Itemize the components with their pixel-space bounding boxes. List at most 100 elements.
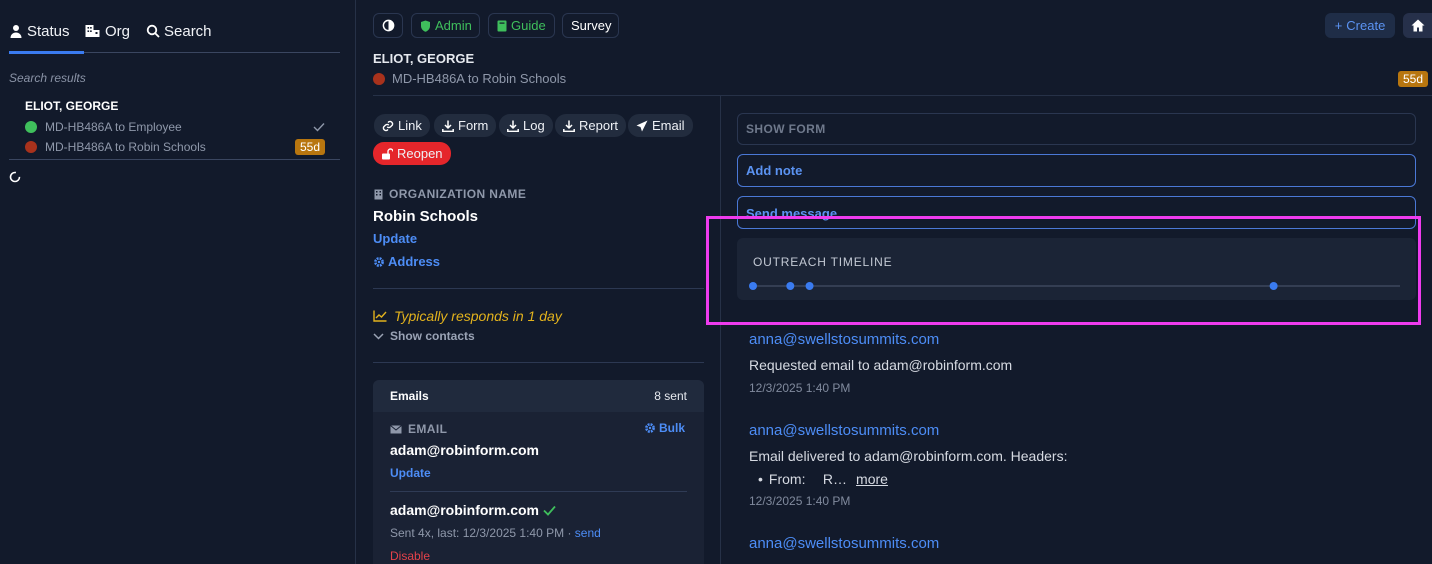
header-subtitle: MD-HB486A to Robin Schools: [373, 71, 566, 86]
column-divider: [720, 96, 721, 564]
result-item-label: MD-HB486A to Robin Schools: [45, 140, 206, 154]
address-link[interactable]: Address: [373, 254, 440, 269]
email-label: Email: [652, 118, 685, 133]
search-icon: [146, 24, 160, 38]
form-button[interactable]: Form: [434, 114, 497, 137]
loading-spinner-icon: [9, 171, 21, 183]
nav-tab-label: Org: [105, 22, 131, 40]
admin-button[interactable]: Admin: [411, 13, 480, 38]
book-icon: [497, 20, 507, 32]
nav-tab-search[interactable]: Search: [146, 22, 212, 40]
result-item[interactable]: MD-HB486A to Robin Schools 55d: [25, 139, 325, 155]
active-tab-indicator: [9, 51, 84, 54]
org-update-link[interactable]: Update: [373, 231, 417, 246]
send-link[interactable]: send: [575, 526, 601, 540]
email-update-link[interactable]: Update: [390, 466, 431, 480]
response-time: Typically responds in 1 day: [373, 308, 562, 324]
nav-tab-label: Search: [164, 22, 212, 40]
download-icon: [563, 120, 575, 132]
result-item-label: MD-HB486A to Employee: [45, 120, 182, 134]
guide-label: Guide: [511, 18, 546, 33]
report-button[interactable]: Report: [555, 114, 627, 137]
divider: [9, 159, 340, 160]
check-icon: [313, 122, 325, 132]
nav-tab-org[interactable]: Org: [84, 22, 130, 40]
entry-meta: Sent 4x, last: 12/3/2025 1:40 PM · send: [390, 526, 601, 540]
org-section-text: ORGANIZATION NAME: [389, 187, 527, 201]
tab-divider: [84, 52, 340, 53]
header-label: From:: [768, 471, 806, 487]
email-entry: adam@robinform.com: [390, 502, 556, 518]
create-label: Create: [1346, 18, 1386, 33]
divider: [373, 288, 704, 289]
plus-icon: +: [1334, 18, 1343, 33]
response-time-text: Typically responds in 1 day: [394, 308, 562, 324]
envelope-icon: [390, 424, 402, 434]
form-label: Form: [458, 118, 489, 133]
feed-sender[interactable]: anna@swellstosummits.com: [749, 535, 939, 552]
emails-card: Emails 8 sent EMAIL Bulk adam@robinform.…: [373, 380, 704, 564]
download-icon: [507, 120, 519, 132]
shield-icon: [420, 20, 431, 32]
header-value: R…: [822, 471, 848, 487]
org-section-label: ORGANIZATION NAME: [374, 187, 526, 201]
feed-text: Email delivered to adam@robinform.com. H…: [749, 448, 1068, 464]
link-label: Link: [398, 118, 422, 133]
show-contacts-toggle[interactable]: Show contacts: [373, 329, 475, 343]
org-name: Robin Schools: [373, 208, 478, 225]
survey-label: Survey: [571, 18, 612, 33]
paper-plane-icon: [636, 120, 648, 132]
building-icon: [84, 24, 101, 38]
age-badge: 55d: [1398, 71, 1429, 87]
sidebar: Status Org Search Search results ELIOT, …: [0, 0, 356, 564]
unlock-icon: [381, 147, 393, 160]
bulk-button[interactable]: Bulk: [644, 421, 685, 435]
feed-time: 12/3/2025 1:40 PM: [749, 494, 851, 508]
link-button[interactable]: Link: [374, 114, 430, 137]
emails-card-header: Emails 8 sent: [373, 380, 704, 412]
status-dot-red: [25, 141, 37, 153]
result-name[interactable]: ELIOT, GEORGE: [25, 99, 118, 113]
building-icon: [374, 189, 383, 200]
entry-meta-text: Sent 4x, last: 12/3/2025 1:40 PM ·: [390, 526, 575, 540]
bulk-label: Bulk: [659, 421, 686, 435]
more-link[interactable]: more: [856, 471, 888, 487]
primary-email: adam@robinform.com: [390, 442, 540, 458]
feed-sender[interactable]: anna@swellstosummits.com: [749, 331, 939, 348]
email-button[interactable]: Email: [628, 114, 693, 137]
log-label: Log: [523, 118, 545, 133]
guide-button[interactable]: Guide: [488, 13, 555, 38]
check-icon: [543, 505, 556, 516]
reopen-button[interactable]: Reopen: [373, 142, 451, 165]
person-icon: [9, 24, 23, 38]
home-icon: [1411, 19, 1425, 32]
add-note-button[interactable]: Add note: [737, 154, 1416, 187]
create-button[interactable]: + Create: [1325, 13, 1395, 38]
chevron-down-icon: [373, 332, 384, 340]
nav-tab-status[interactable]: Status: [9, 22, 70, 40]
chart-line-icon: [373, 310, 387, 322]
reopen-label: Reopen: [397, 146, 443, 161]
home-button[interactable]: [1403, 13, 1432, 38]
disable-link[interactable]: Disable: [390, 549, 430, 563]
contrast-icon: [382, 19, 395, 32]
feed-header-row: • From: R… more: [758, 471, 888, 487]
entry-address: adam@robinform.com: [390, 502, 540, 518]
show-form-button[interactable]: SHOW FORM: [737, 113, 1416, 145]
feed-sender[interactable]: anna@swellstosummits.com: [749, 422, 939, 439]
survey-button[interactable]: Survey: [562, 13, 619, 38]
page-title: ELIOT, GEORGE: [373, 51, 475, 66]
feed-text: Requested email to adam@robinform.com: [749, 357, 1013, 373]
header-divider: [373, 95, 1432, 96]
search-results-label: Search results: [9, 71, 86, 85]
age-badge: 55d: [294, 139, 325, 155]
log-button[interactable]: Log: [499, 114, 553, 137]
theme-toggle-button[interactable]: [373, 13, 403, 38]
bullet: •: [758, 471, 763, 487]
result-item[interactable]: MD-HB486A to Employee: [25, 119, 325, 135]
show-contacts-label: Show contacts: [390, 329, 475, 343]
gear-icon: [373, 256, 385, 268]
highlight-box: [706, 216, 1421, 325]
status-dot-green: [25, 121, 37, 133]
nav-tab-label: Status: [27, 22, 70, 40]
